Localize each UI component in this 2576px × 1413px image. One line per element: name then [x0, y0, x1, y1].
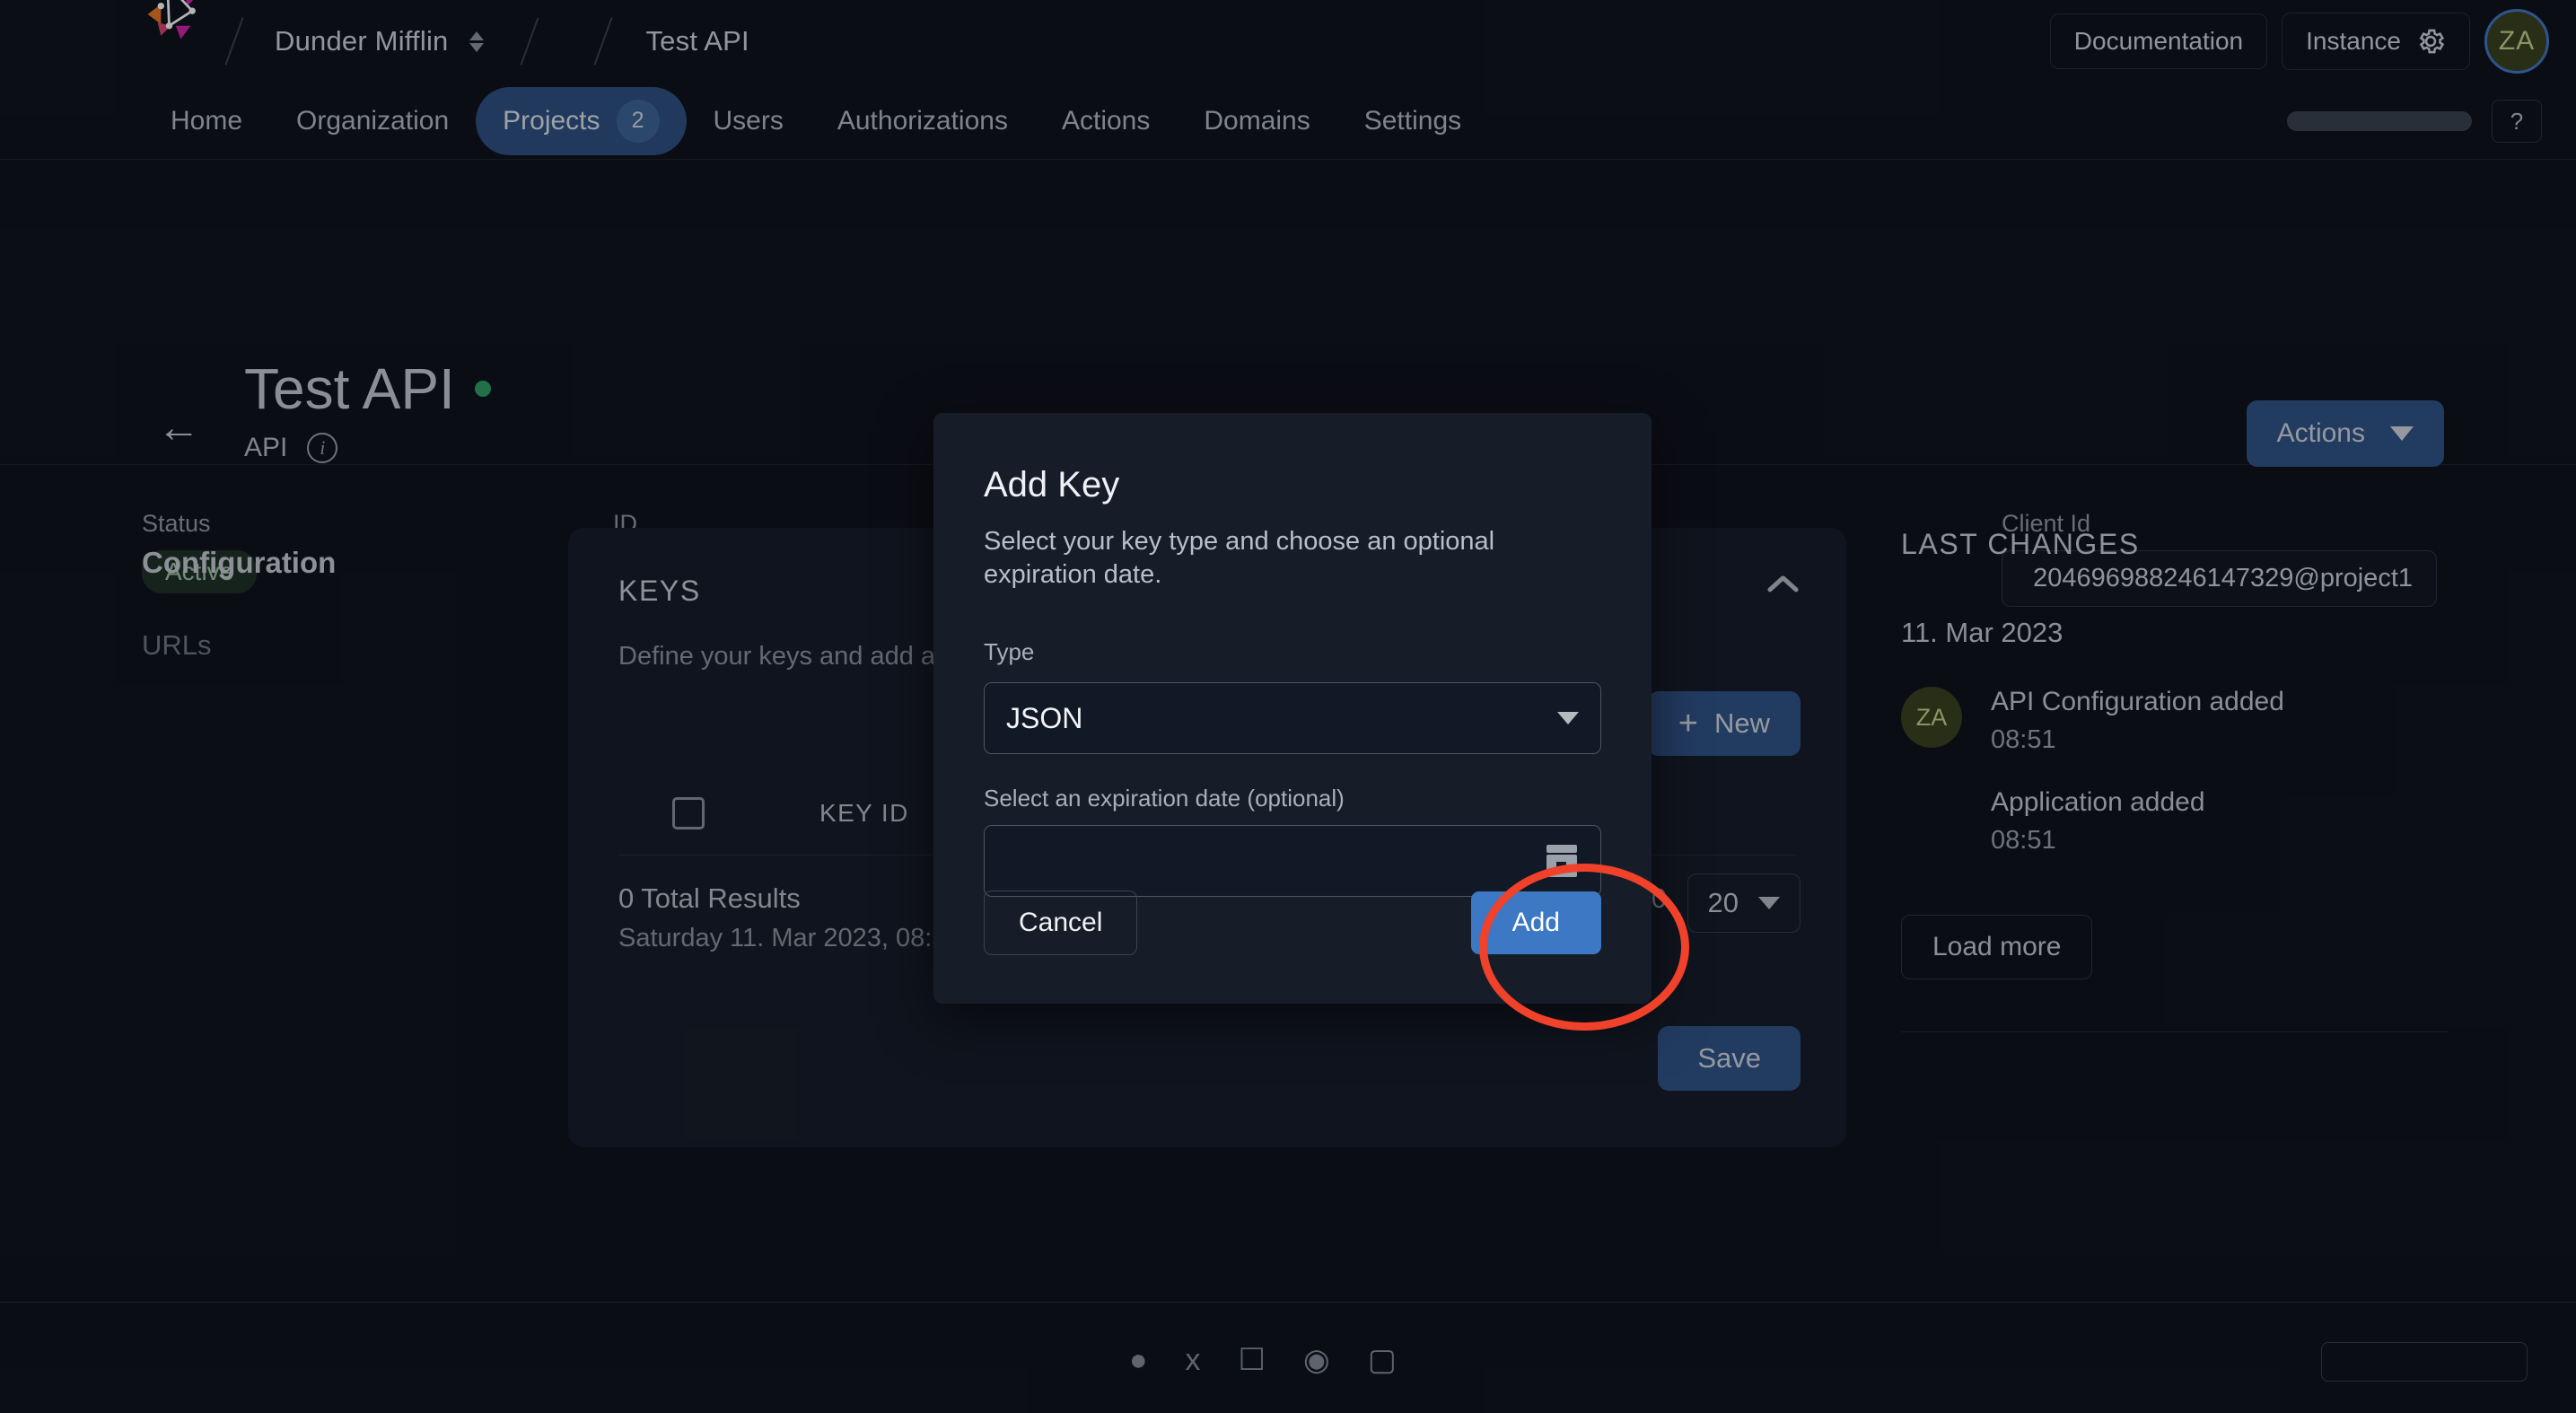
annotation-highlight-ellipse [1479, 864, 1689, 1031]
mail-icon[interactable]: ☐ [1239, 1342, 1266, 1378]
github-icon[interactable]: ◉ [1303, 1342, 1330, 1378]
footer-icons: ● x ☐ ◉ ▢ [1129, 1342, 1397, 1378]
chat-icon[interactable]: ▢ [1368, 1342, 1397, 1378]
type-select-value: JSON [1006, 702, 1082, 735]
twitter-icon[interactable]: x [1186, 1343, 1201, 1378]
dialog-description: Select your key type and choose an optio… [933, 505, 1652, 592]
type-field-label: Type [933, 592, 1652, 666]
footer-placeholder-chip [2321, 1342, 2528, 1382]
expiration-field-label: Select an expiration date (optional) [933, 754, 1652, 812]
globe-icon[interactable]: ● [1129, 1343, 1148, 1378]
type-select[interactable]: JSON [984, 682, 1601, 754]
expiration-date-input[interactable] [984, 825, 1601, 897]
footer: ● x ☐ ◉ ▢ [0, 1302, 2576, 1413]
cancel-button[interactable]: Cancel [984, 891, 1137, 955]
app-root: Dunder Mifflin Test API Documentation In… [0, 0, 2576, 1413]
dialog-title: Add Key [933, 413, 1652, 505]
chevron-down-icon [1557, 712, 1579, 724]
